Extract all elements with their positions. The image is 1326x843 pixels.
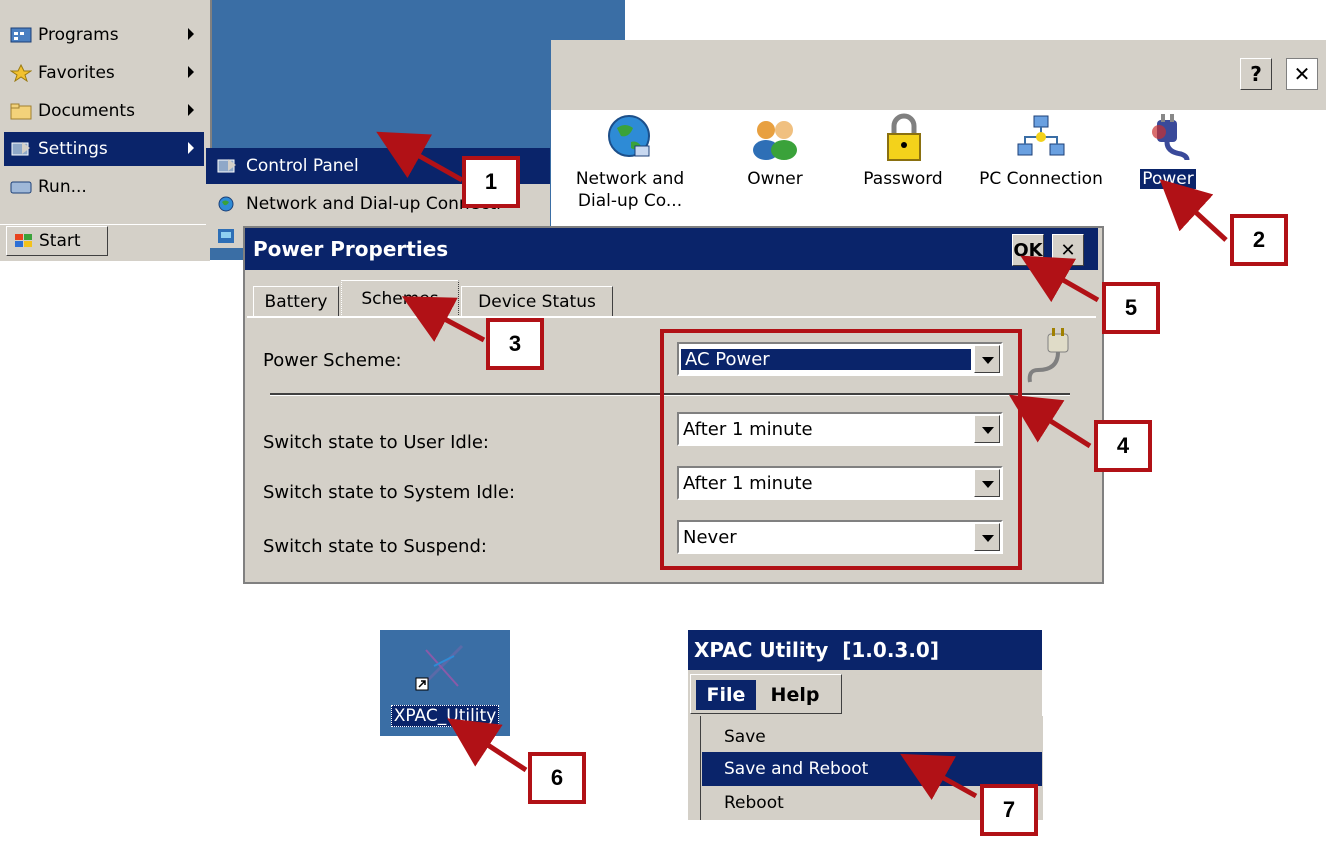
arrow-4 (1008, 394, 1092, 449)
annotation-5: 5 (1102, 282, 1160, 334)
annotation-2: 2 (1230, 214, 1288, 266)
arrow-3 (401, 296, 486, 343)
annotation-7: 7 (980, 784, 1038, 836)
arrow-6 (447, 718, 528, 773)
annotation-1: 1 (462, 156, 520, 208)
annotation-4: 4 (1094, 420, 1152, 472)
annotation-6: 6 (528, 752, 586, 804)
arrow-5 (1020, 255, 1100, 303)
arrow-1 (376, 131, 464, 183)
arrow-2 (1159, 179, 1228, 242)
annotation-3: 3 (486, 318, 544, 370)
arrow-7 (900, 753, 978, 800)
